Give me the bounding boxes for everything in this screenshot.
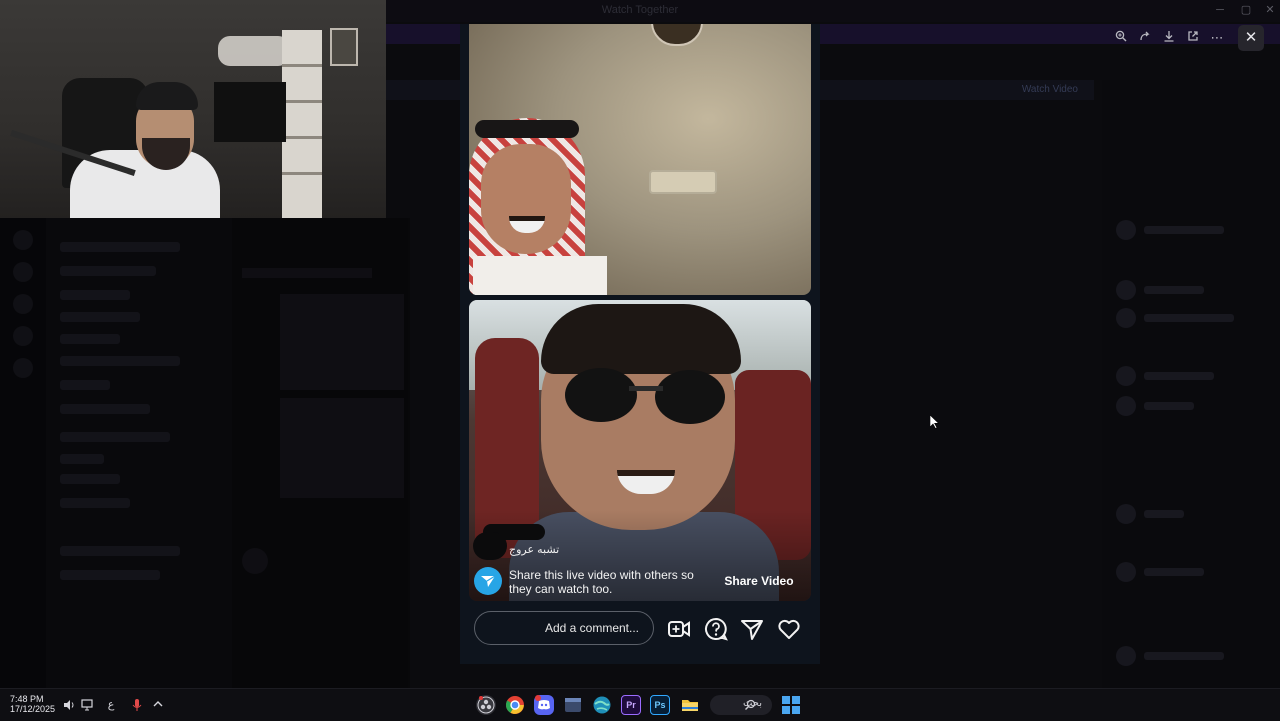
question-icon[interactable] [703, 616, 729, 642]
more-icon[interactable]: ⋯ [1206, 24, 1228, 52]
streamer-cap [136, 82, 198, 110]
zoom-in-icon[interactable] [1110, 24, 1132, 52]
live-video-host[interactable] [469, 24, 811, 295]
microphone-icon[interactable] [130, 698, 144, 712]
member-avatar[interactable] [1116, 562, 1136, 582]
add-video-icon[interactable] [666, 616, 692, 642]
wall-frame [330, 28, 358, 66]
file-explorer-icon[interactable] [680, 695, 700, 715]
car-ceiling-light [649, 170, 717, 194]
network-icon[interactable] [80, 698, 94, 712]
minimize-icon[interactable]: ─ [1214, 4, 1226, 16]
monitor [214, 82, 286, 142]
member-name [1144, 510, 1184, 518]
member-avatar[interactable] [1116, 220, 1136, 240]
send-icon[interactable] [739, 616, 765, 642]
taskbar-search[interactable]: بحث [710, 695, 772, 715]
ceiling-emblem [651, 24, 703, 46]
sunglasses [565, 368, 637, 422]
window-close-icon[interactable]: ✕ [1264, 4, 1276, 16]
chrome-icon[interactable] [505, 695, 525, 715]
guest-face [481, 144, 571, 254]
share-send-icon [474, 567, 502, 595]
member-name [1144, 286, 1204, 294]
search-icon [745, 699, 756, 710]
volume-icon[interactable] [62, 698, 76, 712]
member-name [1144, 402, 1194, 410]
browser-icon[interactable] [592, 695, 612, 715]
member-avatar[interactable] [1116, 504, 1136, 524]
member-avatar[interactable] [1116, 396, 1136, 416]
member-avatar[interactable] [1116, 280, 1136, 300]
discord-icon[interactable] [534, 695, 554, 715]
terminal-icon[interactable] [563, 695, 583, 715]
comment-placeholder: Add a comment... [544, 621, 639, 635]
obs-icon[interactable] [476, 695, 496, 715]
member-list [1102, 80, 1280, 688]
share-prompt-text: Share this live video with others so the… [509, 568, 694, 596]
member-name [1144, 652, 1224, 660]
premiere-icon[interactable]: Pr [621, 695, 641, 715]
language-indicator[interactable]: ع [104, 698, 118, 712]
start-button[interactable] [782, 696, 800, 714]
heart-icon[interactable] [776, 616, 802, 642]
photoshop-icon[interactable]: Ps [650, 695, 670, 715]
mouse-cursor-icon [929, 414, 940, 429]
member-avatar[interactable] [1116, 646, 1136, 666]
clock-date: 17/12/2025 [10, 704, 56, 714]
member-avatar[interactable] [1116, 308, 1136, 328]
comment-input[interactable]: Add a comment... [474, 611, 654, 645]
member-name [1144, 372, 1214, 380]
neon-sign [218, 36, 290, 66]
webcam-overlay [0, 0, 386, 218]
shelf [282, 30, 322, 218]
member-name [1144, 226, 1224, 234]
close-viewer-button[interactable]: ✕ [1238, 25, 1264, 51]
clock-time: 7:48 PM [10, 694, 44, 704]
taskbar-clock[interactable]: 7:48 PM 17/12/2025 [10, 694, 55, 714]
open-external-icon[interactable] [1182, 24, 1204, 52]
live-username: تشبه عروج [509, 544, 560, 556]
forward-icon[interactable] [1134, 24, 1156, 52]
taskbar: 7:48 PM 17/12/2025 ع Pr Ps بحث [0, 688, 1280, 721]
download-icon[interactable] [1158, 24, 1180, 52]
share-video-button[interactable]: Share Video [716, 570, 802, 592]
member-name [1144, 568, 1204, 576]
member-name [1144, 314, 1234, 322]
maximize-icon[interactable]: ▢ [1240, 4, 1252, 16]
chevron-up-icon[interactable] [151, 698, 165, 712]
banner-label: Watch Video [1021, 84, 1078, 95]
member-avatar[interactable] [1116, 366, 1136, 386]
